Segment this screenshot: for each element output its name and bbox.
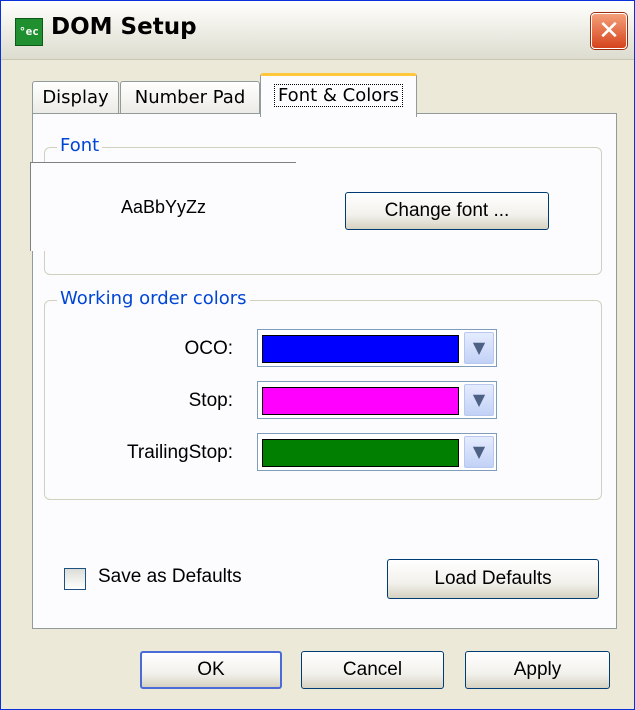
stop-label: Stop:	[188, 390, 233, 411]
stop-color-swatch	[262, 387, 459, 415]
font-group-label: Font	[57, 135, 103, 156]
tab-number-pad[interactable]: Number Pad	[120, 81, 260, 113]
close-icon: ✕	[598, 16, 620, 46]
working-order-colors-label: Working order colors	[57, 288, 250, 309]
chevron-down-icon: ▼	[472, 338, 486, 357]
tab-display[interactable]: Display	[32, 81, 119, 113]
tab-font-colors-label: Font & Colors	[273, 84, 404, 107]
trailingstop-color-select[interactable]: ▼	[257, 433, 497, 471]
load-defaults-button[interactable]: Load Defaults	[387, 559, 599, 599]
tab-font-colors[interactable]: Font & Colors	[260, 73, 417, 117]
trailingstop-label: TrailingStop:	[127, 442, 233, 463]
change-font-button[interactable]: Change font ...	[345, 192, 549, 230]
stop-color-select[interactable]: ▼	[257, 381, 497, 419]
tab-display-label: Display	[42, 87, 109, 108]
save-as-defaults-label[interactable]: Save as Defaults	[98, 566, 242, 588]
ok-button[interactable]: OK	[140, 651, 282, 689]
oco-color-select[interactable]: ▼	[257, 329, 497, 367]
chevron-down-icon: ▼	[472, 442, 486, 461]
oco-label: OCO:	[184, 338, 233, 359]
trailingstop-dropdown-button[interactable]: ▼	[464, 436, 494, 468]
dialog-title: DOM Setup	[51, 14, 197, 40]
app-icon: °ec	[15, 18, 43, 46]
trailingstop-color-swatch	[262, 439, 459, 467]
apply-button[interactable]: Apply	[465, 651, 610, 689]
save-as-defaults-checkbox[interactable]	[64, 568, 86, 590]
title-bar[interactable]: °ec DOM Setup ✕	[1, 1, 634, 60]
tab-number-pad-label: Number Pad	[134, 87, 246, 108]
font-sample-text: AaBbYyZz	[120, 197, 207, 217]
oco-color-swatch	[262, 335, 459, 363]
chevron-down-icon: ▼	[472, 390, 486, 409]
stop-dropdown-button[interactable]: ▼	[464, 384, 494, 416]
oco-dropdown-button[interactable]: ▼	[464, 332, 494, 364]
font-preview: AaBbYyZz	[30, 162, 296, 251]
cancel-button[interactable]: Cancel	[301, 651, 444, 689]
dom-setup-dialog: °ec DOM Setup ✕ Display Number Pad Font …	[0, 0, 635, 710]
close-button[interactable]: ✕	[591, 13, 627, 49]
